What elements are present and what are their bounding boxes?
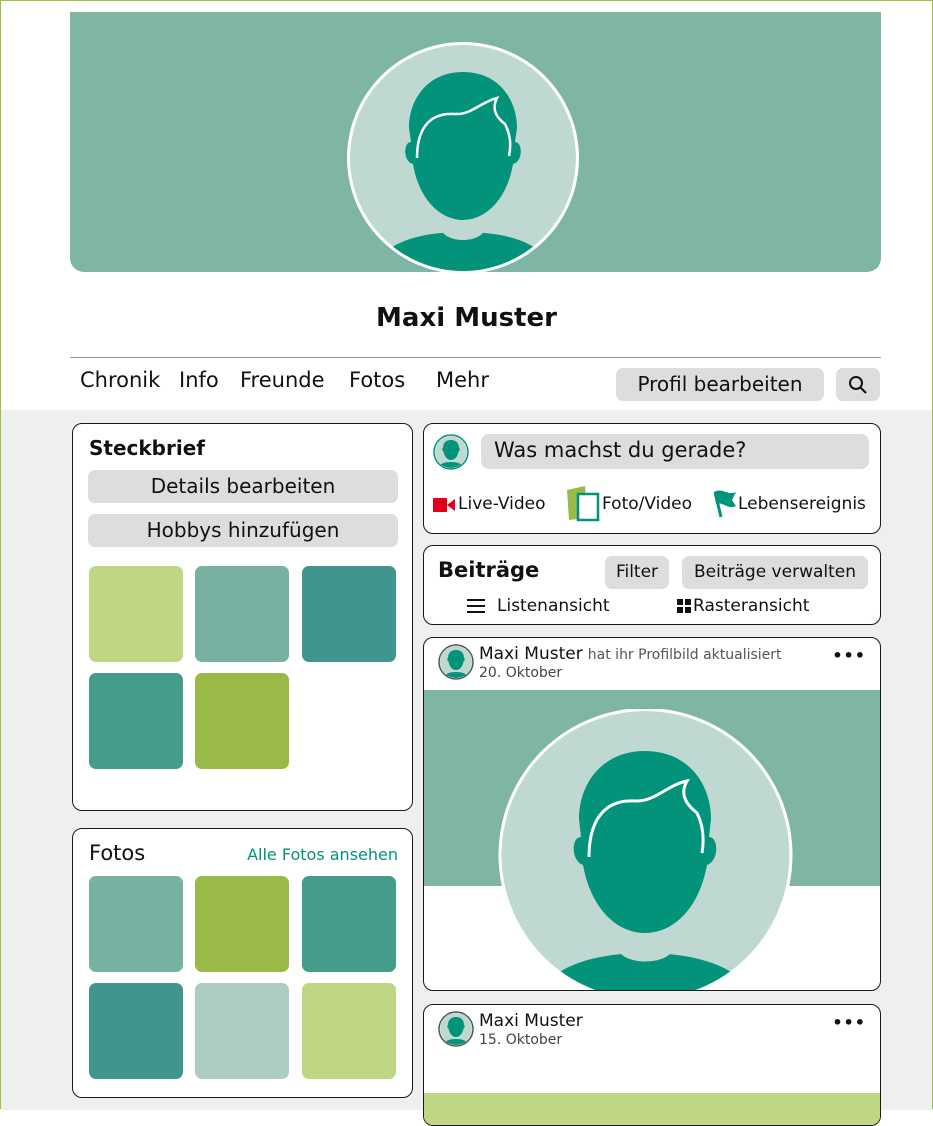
post-date[interactable]: 15. Oktober — [479, 1032, 562, 1048]
post-author-avatar[interactable] — [438, 1011, 474, 1047]
profile-avatar[interactable] — [345, 40, 581, 276]
steckbrief-tile[interactable] — [302, 566, 396, 662]
post-more-icon[interactable]: ••• — [832, 646, 866, 665]
status-input[interactable]: Was machst du gerade? — [481, 434, 869, 469]
profile-name: Maxi Muster — [376, 303, 557, 333]
post-profile-image[interactable] — [497, 709, 794, 991]
tab-info[interactable]: Info — [179, 368, 219, 392]
fotos-title: Fotos — [89, 841, 146, 865]
grid-icon — [677, 599, 691, 613]
post-author[interactable]: Maxi Muster — [479, 644, 583, 664]
status-placeholder: Was machst du gerade? — [494, 438, 747, 462]
search-icon — [849, 376, 867, 394]
post-action: hat ihr Profilbild aktualisiert — [587, 647, 782, 663]
steckbrief-card: Steckbrief Details bearbeiten Hobbys hin… — [72, 423, 413, 811]
steckbrief-tile[interactable] — [195, 673, 289, 769]
flag-icon — [713, 490, 736, 518]
list-view-label: Listenansicht — [497, 596, 610, 616]
nav-divider — [70, 357, 881, 358]
fotos-card: Fotos Alle Fotos ansehen — [72, 828, 413, 1098]
photo-thumbnail[interactable] — [195, 876, 289, 972]
tab-fotos[interactable]: Fotos — [349, 368, 405, 392]
filter-button[interactable]: Filter — [605, 556, 669, 589]
photo-thumbnail[interactable] — [302, 983, 396, 1079]
details-edit-button[interactable]: Details bearbeiten — [88, 470, 398, 503]
life-event-label: Lebensereignis — [738, 494, 866, 514]
composer-avatar — [433, 434, 469, 470]
see-all-photos-link[interactable]: Alle Fotos ansehen — [247, 845, 398, 864]
post-author[interactable]: Maxi Muster — [479, 1011, 583, 1031]
photo-thumbnail[interactable] — [89, 876, 183, 972]
photo-thumbnail[interactable] — [195, 983, 289, 1079]
post-card: Maxi Muster 15. Oktober ••• — [423, 1004, 881, 1126]
tab-freunde[interactable]: Freunde — [240, 368, 325, 392]
steckbrief-tile[interactable] — [89, 566, 183, 662]
steckbrief-tile[interactable] — [89, 673, 183, 769]
post-card: Maxi Muster hat ihr Profilbild aktualisi… — [423, 637, 881, 991]
posts-header-card: Beiträge Filter Beiträge verwalten Liste… — [423, 545, 881, 625]
add-hobbies-button[interactable]: Hobbys hinzufügen — [88, 514, 398, 547]
photo-video-label: Foto/Video — [602, 494, 692, 514]
steckbrief-tile[interactable] — [195, 566, 289, 662]
steckbrief-title: Steckbrief — [89, 436, 205, 460]
list-icon — [467, 599, 485, 613]
grid-view-label: Rasteransicht — [693, 596, 810, 616]
post-date[interactable]: 20. Oktober — [479, 665, 562, 681]
photo-thumbnail[interactable] — [89, 983, 183, 1079]
manage-posts-button[interactable]: Beiträge verwalten — [682, 556, 868, 589]
tab-chronik[interactable]: Chronik — [80, 368, 160, 392]
post-author-avatar[interactable] — [438, 644, 474, 680]
photo-icon — [567, 486, 600, 522]
composer-card: Was machst du gerade? Live-Video Foto/Vi… — [423, 423, 881, 534]
posts-title: Beiträge — [438, 558, 540, 582]
edit-profile-button[interactable]: Profil bearbeiten — [616, 368, 824, 401]
post-more-icon[interactable]: ••• — [832, 1013, 866, 1032]
photo-thumbnail[interactable] — [302, 876, 396, 972]
search-button[interactable] — [836, 368, 880, 401]
live-video-label: Live-Video — [458, 494, 546, 514]
video-camera-icon — [433, 498, 455, 512]
tab-mehr[interactable]: Mehr — [436, 368, 489, 392]
